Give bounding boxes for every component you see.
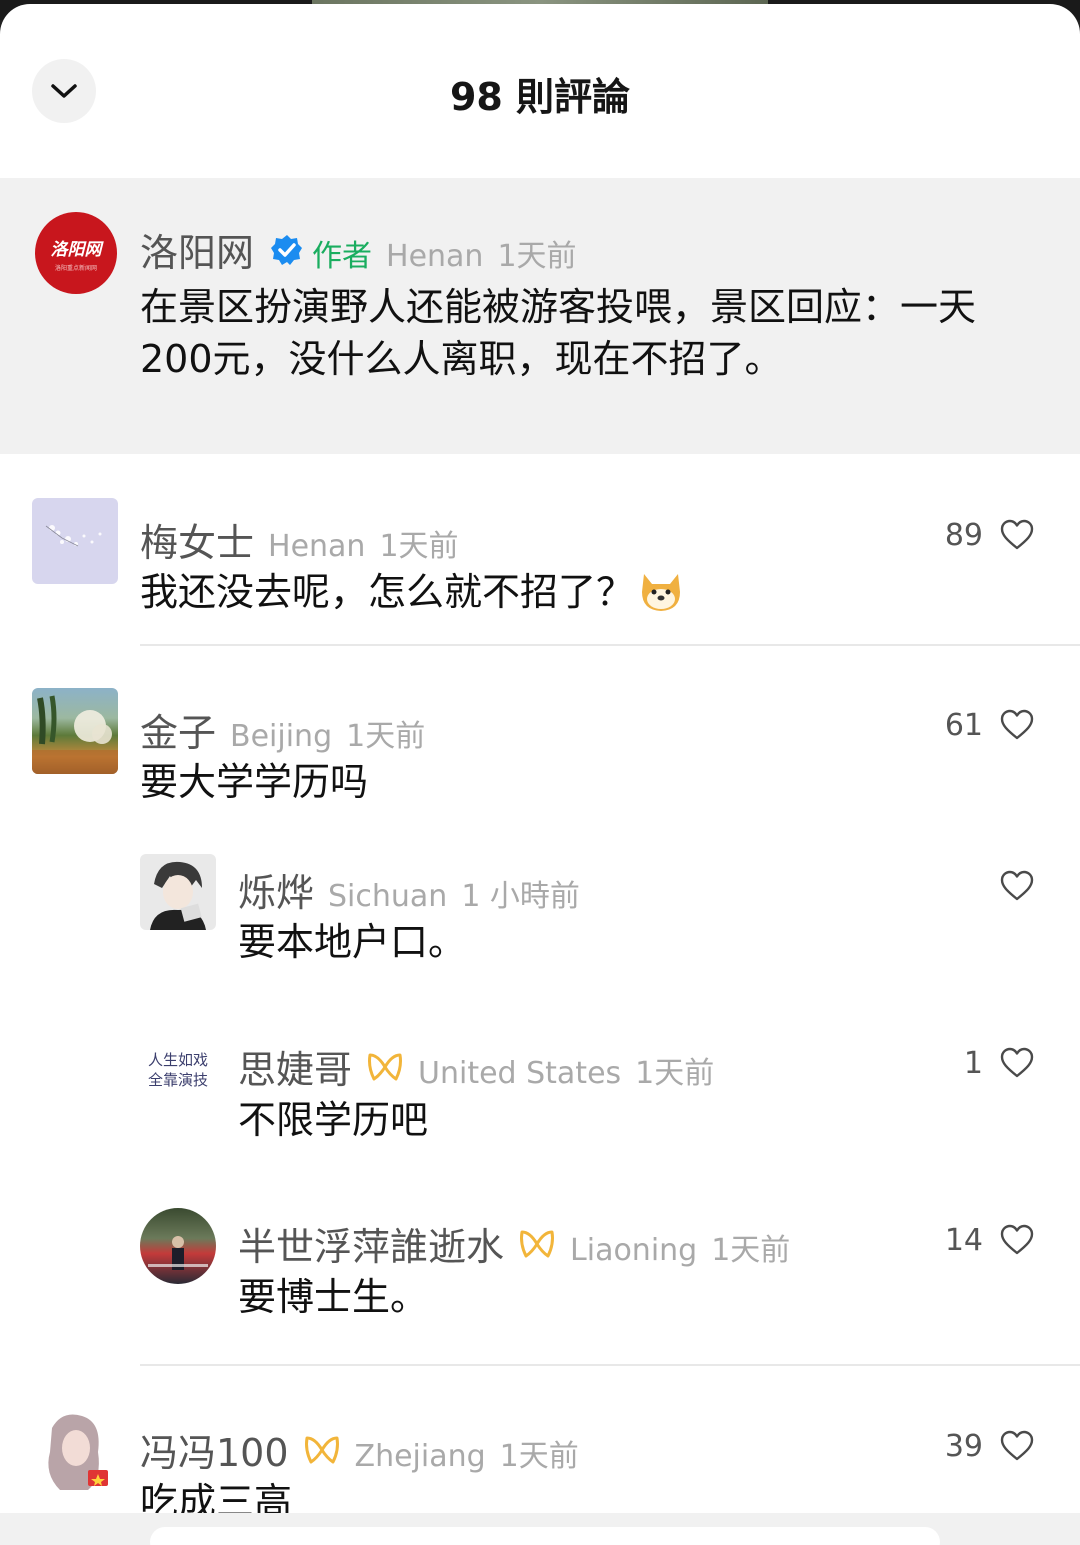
like-button[interactable]: 1: [925, 1043, 1035, 1083]
like-count: 39: [944, 1428, 983, 1464]
heart-icon: [1000, 1224, 1034, 1255]
ribbon-badge-icon: [520, 1230, 555, 1257]
comment-text: 要大学学历吗: [140, 760, 369, 804]
username[interactable]: 冯冯100: [140, 1422, 289, 1477]
like-button[interactable]: 14: [925, 1220, 1035, 1260]
comment-text-line: 200元，没什么人离职，现在不招了。: [140, 337, 783, 381]
like-button[interactable]: 89: [925, 515, 1035, 555]
username[interactable]: 烁烨: [238, 862, 314, 917]
avatar[interactable]: [32, 1408, 118, 1494]
heart-icon: [1000, 1430, 1034, 1461]
avatar-flowers-image: [45, 525, 102, 547]
heart-icon: [1000, 870, 1034, 901]
avatar-text: 人生如戏: [147, 1051, 208, 1069]
username[interactable]: 梅女士: [140, 512, 254, 567]
like-button[interactable]: 61: [925, 705, 1035, 745]
timestamp: 1天前: [379, 529, 459, 564]
comments-sheet: 98 則評論 洛阳网 洛阳重点新闻网 洛阳网 作者 Henan 1天前 在景区扮…: [0, 4, 1080, 1545]
location: Zhejiang: [354, 1439, 486, 1474]
comment-input-bar: [0, 1513, 1080, 1545]
timestamp: 1 小時前: [461, 879, 580, 914]
location: Beijing: [230, 719, 333, 754]
timestamp: 1天前: [711, 1233, 791, 1268]
like-button[interactable]: 39: [925, 1426, 1035, 1466]
comment-header: 洛阳网 作者 Henan 1天前: [140, 222, 577, 277]
comment-text: 要本地户口。: [238, 920, 467, 964]
ribbon-badge-icon: [304, 1436, 339, 1463]
avatar[interactable]: [140, 1208, 216, 1284]
comment-header: 半世浮萍誰逝水 Liaoning 1天前: [238, 1216, 790, 1271]
like-button[interactable]: [925, 866, 1035, 906]
avatar[interactable]: [32, 498, 118, 584]
divider: [140, 1364, 1080, 1366]
comment-text: 不限学历吧: [238, 1098, 429, 1142]
avatar-person-image: [148, 1236, 208, 1270]
avatar-painting-image: [32, 695, 118, 774]
location: Henan: [386, 239, 484, 274]
comment-text-line: 在景区扮演野人还能被游客投喂，景区回应：一天: [140, 285, 977, 329]
like-count: 14: [944, 1222, 983, 1258]
avatar-girl-image: [48, 1414, 108, 1490]
avatar[interactable]: 洛阳网 洛阳重点新闻网: [35, 212, 117, 294]
like-count: 1: [963, 1045, 983, 1081]
timestamp: 1天前: [499, 1439, 579, 1474]
avatar-logo-text: 洛阳网: [50, 239, 102, 260]
location: Sichuan: [328, 879, 448, 914]
doge-emoji-icon: [642, 574, 681, 611]
comment-header: 金子 Beijing 1天前: [140, 702, 425, 757]
comment-text: 要博士生。: [238, 1275, 429, 1319]
username[interactable]: 洛阳网: [140, 222, 254, 277]
username[interactable]: 金子: [140, 702, 216, 757]
timestamp: 1天前: [635, 1056, 715, 1091]
timestamp: 1天前: [346, 719, 426, 754]
comments-count-title: 98 則評論: [449, 75, 631, 119]
avatar[interactable]: [32, 688, 118, 774]
comment-text: 我还没去呢，怎么就不招了？: [140, 566, 684, 618]
like-count: 61: [944, 707, 983, 743]
like-count: 89: [944, 517, 983, 553]
author-tag: 作者: [312, 239, 373, 274]
username[interactable]: 思婕哥: [238, 1039, 352, 1094]
avatar-anime-image: [150, 861, 206, 930]
comment-text-content: 我还没去呢，怎么就不招了？: [140, 570, 635, 614]
avatar-logo-subtext: 洛阳重点新闻网: [54, 264, 97, 272]
ribbon-badge-icon: [368, 1053, 403, 1080]
heart-icon: [1000, 709, 1034, 740]
location: Henan: [268, 529, 366, 564]
heart-icon: [1000, 1047, 1034, 1078]
divider: [140, 644, 1080, 646]
comment-header: 梅女士 Henan 1天前: [140, 512, 459, 567]
avatar-text: 全靠演技: [147, 1071, 208, 1089]
verified-icon: [271, 234, 303, 265]
comment-header: 冯冯100 Zhejiang 1天前: [140, 1422, 579, 1477]
comment-header: 思婕哥 United States 1天前: [238, 1039, 714, 1094]
heart-icon: [1000, 519, 1034, 550]
timestamp: 1天前: [497, 239, 577, 274]
comments-header: 98 則評論: [0, 4, 1080, 178]
avatar[interactable]: [140, 854, 216, 930]
avatar[interactable]: 人生如戏 全靠演技: [140, 1032, 216, 1108]
location: United States: [418, 1056, 622, 1091]
location: Liaoning: [570, 1233, 698, 1268]
username[interactable]: 半世浮萍誰逝水: [238, 1216, 504, 1271]
comment-text: 在景区扮演野人还能被游客投喂，景区回应：一天 200元，没什么人离职，现在不招了…: [140, 281, 1040, 385]
comment-header: 烁烨 Sichuan 1 小時前: [238, 862, 580, 917]
pinned-author-post[interactable]: 洛阳网 洛阳重点新闻网 洛阳网 作者 Henan 1天前 在景区扮演野人还能被游…: [0, 178, 1080, 454]
comment-input[interactable]: [150, 1527, 940, 1545]
